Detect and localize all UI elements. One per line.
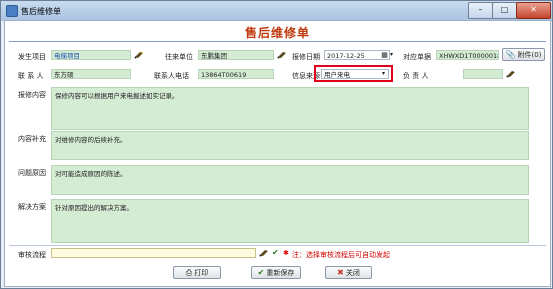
- warning-icon: ✱: [283, 249, 289, 257]
- contact-field[interactable]: 东方硕: [51, 69, 131, 79]
- print-label: 打印: [194, 269, 209, 277]
- attachment-button[interactable]: 📎 附件(0): [502, 48, 545, 61]
- print-button[interactable]: ⎙ 打印: [173, 266, 221, 279]
- unit-field[interactable]: 东鹏集团: [198, 50, 274, 60]
- check-icon: ✔: [257, 268, 265, 277]
- paperclip-icon: 📎: [505, 50, 516, 59]
- footer-divider: [9, 245, 546, 246]
- phone-label: 联系人电话: [154, 72, 189, 80]
- check-icon[interactable]: ✔: [272, 248, 279, 257]
- project-label: 发生项目: [18, 53, 46, 61]
- cause-label: 问题原因: [18, 169, 46, 177]
- app-icon: [6, 5, 18, 17]
- review-note: 注：选择审核流程后可自动发起: [292, 251, 390, 259]
- cause-area[interactable]: 对可能造成原因的陈述。: [51, 165, 529, 195]
- title-bar: 售后维修单 – □ ✕: [1, 1, 552, 21]
- window-title: 售后维修单: [21, 7, 61, 16]
- form-panel: 售后维修单 发生项目 电梯项目 往来单位 东鹏集团 报修日期 2017-12-2…: [4, 20, 551, 287]
- owner-field[interactable]: [463, 69, 503, 79]
- review-field[interactable]: [51, 248, 256, 258]
- solution-area[interactable]: 针对原因提出的解决方案。: [51, 199, 529, 243]
- edit-pen-icon[interactable]: [506, 70, 517, 78]
- edit-pen-icon[interactable]: [134, 51, 145, 59]
- repair-content-area[interactable]: 保修内容可以根据用户来电掘述如实记录。: [51, 87, 529, 130]
- window: 售后维修单 – □ ✕ 售后维修单 发生项目 电梯项目 往来单位 东鹏集团 报修…: [0, 0, 553, 289]
- phone-field[interactable]: 13864T00619: [198, 69, 274, 79]
- review-label: 审核流程: [18, 251, 46, 259]
- printer-icon: ⎙: [185, 268, 193, 277]
- attachment-label: 附件(0): [517, 51, 542, 59]
- project-field[interactable]: 电梯项目: [51, 50, 131, 60]
- form-title: 售后维修单: [244, 26, 310, 40]
- supplement-label: 内容补充: [18, 135, 46, 143]
- edit-pen-icon[interactable]: [277, 51, 288, 59]
- supplement-area[interactable]: 对维修内容的后续补充。: [51, 131, 529, 160]
- calendar-icon[interactable]: ▦: [380, 51, 389, 59]
- contact-label: 联 系 人: [18, 72, 44, 80]
- close-icon: ✖: [337, 268, 344, 277]
- solution-label: 解决方案: [18, 203, 46, 211]
- unit-label: 往来单位: [165, 53, 193, 61]
- doc-field[interactable]: XHWXD1T0000018: [436, 50, 499, 60]
- chevron-down-icon[interactable]: ▾: [390, 51, 393, 58]
- title-divider: [9, 41, 546, 42]
- date-label: 报修日期: [292, 53, 320, 61]
- close-icon[interactable]: ✕: [516, 2, 551, 19]
- source-select[interactable]: 用户来电: [321, 69, 389, 79]
- maximize-icon[interactable]: □: [492, 2, 517, 19]
- minimize-icon[interactable]: –: [468, 2, 493, 19]
- edit-pen-icon[interactable]: [259, 249, 270, 257]
- doc-label: 对应单据: [403, 53, 431, 61]
- close-button[interactable]: ✖ 关闭: [325, 266, 372, 279]
- repair-content-label: 报修内容: [18, 91, 46, 99]
- chevron-down-icon[interactable]: ▾: [382, 70, 385, 77]
- save-label: 重新保存: [266, 269, 295, 277]
- owner-label: 负 责 人: [403, 72, 429, 80]
- save-button[interactable]: ✔ 重新保存: [251, 266, 301, 279]
- close-label: 关闭: [345, 269, 360, 277]
